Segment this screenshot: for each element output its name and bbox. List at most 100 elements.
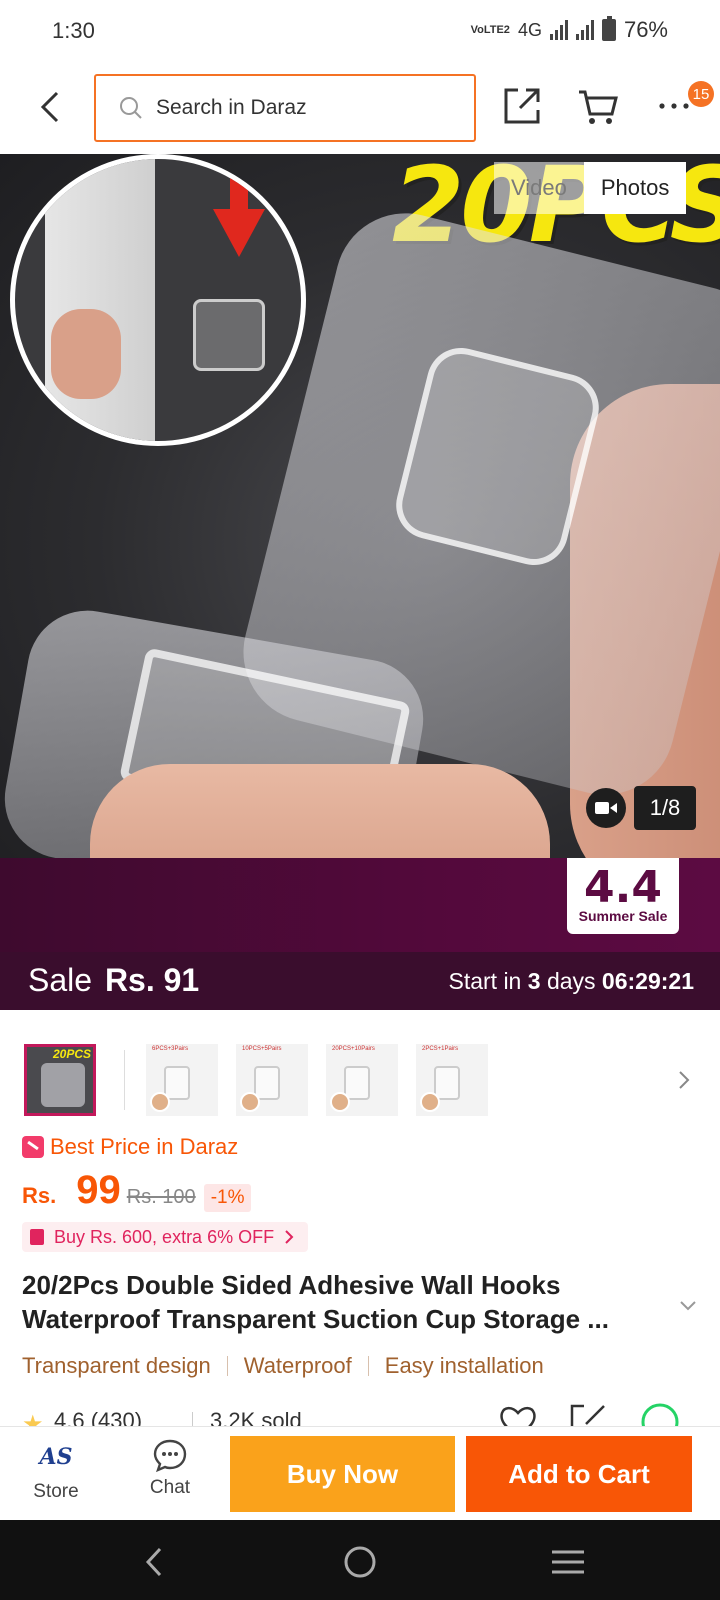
volte-indicator: VoLTE2 [470, 24, 510, 36]
back-button[interactable] [30, 84, 70, 130]
add-to-cart-button[interactable]: Add to Cart [466, 1436, 692, 1512]
nav-back-icon [145, 1547, 162, 1577]
best-price-label: Best Price in Daraz [22, 1134, 238, 1160]
rating-row[interactable]: ★ 4.6 (430) 3.2K sold [22, 1402, 702, 1426]
signal-icon-2 [575, 20, 594, 40]
best-price-text: Best Price in Daraz [50, 1134, 239, 1159]
search-input[interactable]: Search in Daraz [94, 74, 476, 142]
wishlist-heart-icon[interactable] [498, 1402, 538, 1426]
chat-icon [153, 1439, 187, 1473]
power-strip-illustration [45, 159, 155, 441]
start-days: 3 [527, 968, 541, 994]
nav-back-button[interactable] [132, 1540, 176, 1584]
share-button[interactable] [500, 84, 544, 128]
thumbnails-next-button[interactable] [672, 1066, 696, 1094]
chat-label: Chat [149, 1477, 191, 1498]
rating-text: 4.6 (430) [54, 1408, 143, 1426]
mini-hook-illustration [193, 299, 265, 371]
share-icon [504, 88, 540, 124]
buy-now-button[interactable]: Buy Now [230, 1436, 455, 1512]
sale-price-block: Sale Rs. 91 [28, 962, 199, 999]
cart-button[interactable] [576, 84, 620, 128]
nav-home-button[interactable] [338, 1540, 382, 1584]
nav-menu-icon [552, 1550, 584, 1574]
feature-tag: Waterproof [243, 1353, 352, 1378]
battery-icon [601, 16, 616, 41]
product-image-gallery[interactable]: 20PCS Video Photos 1/8 [0, 154, 720, 858]
feature-tag: Transparent design [22, 1353, 211, 1378]
voucher-icon [30, 1229, 44, 1245]
inset-hand-illustration [51, 309, 121, 399]
signal-icon [549, 20, 568, 40]
media-toggle: Video Photos [494, 162, 687, 214]
video-play-button[interactable] [586, 788, 626, 828]
video-camera-icon [595, 802, 617, 814]
sale-label: Sale [28, 962, 93, 998]
toggle-photos[interactable]: Photos [583, 162, 687, 214]
back-arrow-icon [40, 91, 59, 123]
chat-button[interactable]: Chat [134, 1437, 206, 1511]
image-counter: 1/8 [634, 786, 696, 830]
nav-recents-button[interactable] [546, 1540, 590, 1584]
whatsapp-icon[interactable] [640, 1402, 680, 1426]
price-currency: Rs. [22, 1183, 57, 1208]
thumbnail-item[interactable]: 2PCS+1Pairs [416, 1044, 488, 1116]
toggle-video[interactable]: Video [494, 162, 584, 214]
search-icon [120, 97, 142, 119]
thumbnail-label: 2PCS+1Pairs [422, 1046, 459, 1052]
current-price: 99 [76, 1168, 121, 1212]
thumbnail-label: 20PCS [52, 1047, 91, 1061]
bottom-action-bar: AS Store Chat Buy Now Add to Cart [0, 1426, 720, 1518]
original-price: Rs. 100 [126, 1186, 196, 1208]
title-expand-button[interactable] [676, 1294, 700, 1318]
sale-price: Rs. 91 [104, 962, 200, 998]
thumbnail-divider [124, 1050, 125, 1110]
campaign-sticker-label: Summer Sale [578, 908, 668, 924]
search-placeholder: Search in Daraz [156, 96, 307, 119]
thumbnail-item[interactable]: 20PCS [24, 1044, 96, 1116]
more-icon [659, 103, 689, 109]
thumbnail-item[interactable]: 10PCS+5Pairs [236, 1044, 308, 1116]
chevron-down-icon [680, 1301, 696, 1311]
thumbnail-item[interactable]: 6PCS+3Pairs [146, 1044, 218, 1116]
thumbnail-image [41, 1063, 85, 1107]
campaign-sticker-number: 4.4 [584, 862, 662, 913]
countdown-timer: 06:29:21 [601, 968, 694, 994]
thumbnail-badge [150, 1092, 170, 1112]
cart-badge: 15 [688, 81, 714, 107]
thumbnail-label: 10PCS+5Pairs [242, 1046, 282, 1052]
product-title: 20/2Pcs Double Sided Adhesive Wall Hooks… [22, 1270, 609, 1334]
thumbnail-label: 6PCS+3Pairs [152, 1046, 189, 1052]
store-label: Store [33, 1481, 79, 1502]
campaign-sticker: 4.4 Summer Sale [567, 858, 679, 934]
store-button[interactable]: AS Store [22, 1437, 90, 1511]
top-header: Search in Daraz 15 [0, 62, 720, 154]
cart-icon [579, 90, 618, 124]
status-time: 1:30 [52, 18, 95, 43]
thumbnail-label: 20PCS+10Pairs [332, 1046, 375, 1052]
inset-circle-image [10, 154, 306, 446]
promo-text: Buy Rs. 600, extra 6% OFF [54, 1226, 275, 1247]
status-bar: 1:30 VoLTE2 4G 76% [0, 0, 720, 62]
thumbnail-badge [330, 1092, 350, 1112]
chevron-right-icon [285, 1230, 294, 1244]
thumbnail-badge [240, 1092, 260, 1112]
red-arrow-icon [213, 173, 265, 257]
start-prefix: Start in [448, 968, 522, 994]
feature-divider [367, 1356, 369, 1376]
sold-count: 3.2K sold [210, 1408, 302, 1426]
best-price-icon [22, 1136, 44, 1158]
network-type: 4G [517, 19, 542, 40]
price-row: Rs. 99 Rs. 100 -1% [22, 1168, 252, 1218]
thumbnail-item[interactable]: 20PCS+10Pairs [326, 1044, 398, 1116]
feature-divider [226, 1356, 228, 1376]
status-icons: VoLTE2 4G 76% [470, 16, 668, 43]
store-logo: AS [39, 1444, 73, 1470]
promo-voucher[interactable]: Buy Rs. 600, extra 6% OFF [22, 1222, 309, 1252]
rating-divider [192, 1412, 193, 1426]
share-icon[interactable] [568, 1402, 608, 1426]
thumbnail-badge [420, 1092, 440, 1112]
feature-tags: Transparent design Waterproof Easy insta… [22, 1353, 544, 1379]
sale-countdown: Start in 3 days 06:29:21 [448, 968, 694, 995]
star-icon: ★ [22, 1411, 44, 1426]
